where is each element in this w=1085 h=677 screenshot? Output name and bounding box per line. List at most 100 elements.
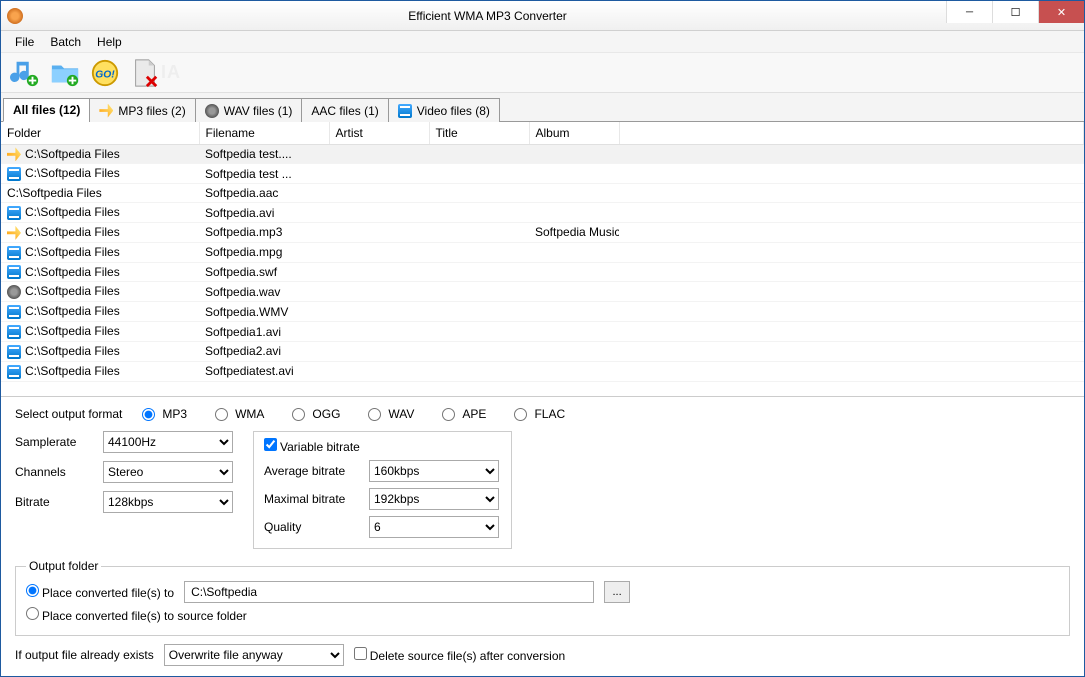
format-ape-radio[interactable] — [442, 408, 455, 421]
variable-bitrate-checkbox[interactable] — [264, 438, 277, 451]
tab-video-files-8-[interactable]: Video files (8) — [388, 98, 500, 122]
table-row-empty — [1, 381, 1084, 397]
cell-artist — [329, 322, 429, 342]
output-path-input[interactable] — [184, 581, 594, 603]
max-bitrate-select[interactable]: 192kbps — [369, 488, 499, 510]
cell-folder: C:\Softpedia Files — [25, 147, 120, 161]
cell-artist — [329, 144, 429, 164]
avg-bitrate-select[interactable]: 160kbps — [369, 460, 499, 482]
delete-source-checkbox[interactable] — [354, 647, 367, 660]
cell-title — [429, 282, 529, 302]
table-row[interactable]: C:\Softpedia FilesSoftpedia.mp3Softpedia… — [1, 222, 1084, 242]
table-row[interactable]: C:\Softpedia FilesSoftpedia2.avi — [1, 341, 1084, 361]
cell-filename: Softpedia.avi — [199, 203, 329, 223]
overwrite-select[interactable]: Overwrite file anyway — [164, 644, 344, 666]
convert-button[interactable]: GO! — [87, 55, 123, 91]
quality-select[interactable]: 6 — [369, 516, 499, 538]
output-folder-legend: Output folder — [26, 559, 101, 573]
file-table: FolderFilenameArtistTitleAlbum C:\Softpe… — [1, 122, 1084, 397]
menu-batch[interactable]: Batch — [42, 32, 89, 52]
samplerate-select[interactable]: 44100Hz — [103, 431, 233, 453]
vbr-fieldset: Variable bitrate Average bitrate 160kbps… — [253, 431, 512, 549]
place-source-radio-label[interactable]: Place converted file(s) to source folder — [26, 607, 247, 623]
table-row[interactable]: C:\Softpedia FilesSoftpedia1.avi — [1, 322, 1084, 342]
format-wma-radio[interactable] — [215, 408, 228, 421]
format-wav-radio[interactable] — [368, 408, 381, 421]
format-mp3-radio-label[interactable]: MP3 — [142, 407, 187, 421]
column-artist[interactable]: Artist — [329, 122, 429, 144]
table-row[interactable]: C:\Softpedia FilesSoftpedia test ... — [1, 164, 1084, 184]
cell-album — [529, 184, 619, 203]
place-source-radio[interactable] — [26, 607, 39, 620]
column-folder[interactable]: Folder — [1, 122, 199, 144]
menu-help[interactable]: Help — [89, 32, 130, 52]
table-row[interactable]: C:\Softpedia FilesSoftpedia.WMV — [1, 302, 1084, 322]
svg-text:GO!: GO! — [95, 69, 115, 80]
mp3-icon — [99, 104, 113, 118]
cell-filename: Softpedia2.avi — [199, 341, 329, 361]
mp3-icon — [7, 147, 21, 161]
tab-aac-files-1-[interactable]: AAC files (1) — [301, 98, 388, 122]
format-ogg-radio[interactable] — [292, 408, 305, 421]
place-to-radio[interactable] — [26, 584, 39, 597]
channels-label: Channels — [15, 465, 93, 479]
tab-mp3-files-2-[interactable]: MP3 files (2) — [89, 98, 195, 122]
format-ogg-radio-label[interactable]: OGG — [292, 407, 340, 421]
delete-source-checkbox-label[interactable]: Delete source file(s) after conversion — [354, 647, 565, 663]
table-row[interactable]: C:\Softpedia FilesSoftpediatest.avi — [1, 361, 1084, 381]
variable-bitrate-checkbox-label[interactable]: Variable bitrate — [264, 440, 360, 454]
table-row[interactable]: C:\Softpedia FilesSoftpedia.mpg — [1, 242, 1084, 262]
tab-wav-files-1-[interactable]: WAV files (1) — [195, 98, 303, 122]
remove-button[interactable] — [127, 55, 163, 91]
table-row[interactable]: C:\Softpedia FilesSoftpedia.wav — [1, 282, 1084, 302]
place-to-radio-label[interactable]: Place converted file(s) to — [26, 584, 174, 600]
column-title[interactable]: Title — [429, 122, 529, 144]
format-wav-radio-label[interactable]: WAV — [368, 407, 414, 421]
file-table-container[interactable]: FolderFilenameArtistTitleAlbum C:\Softpe… — [1, 122, 1084, 397]
format-wma-radio-label[interactable]: WMA — [215, 407, 264, 421]
tab-label: WAV files (1) — [224, 104, 293, 118]
cell-album — [529, 322, 619, 342]
settings-panel: Select output format MP3WMAOGGWAVAPEFLAC… — [1, 397, 1084, 676]
table-row[interactable]: C:\Softpedia Files Softpedia test.... — [1, 144, 1084, 164]
add-folder-button[interactable] — [47, 55, 83, 91]
column-filename[interactable]: Filename — [199, 122, 329, 144]
column-album[interactable]: Album — [529, 122, 619, 144]
cell-filename: Softpediatest.avi — [199, 361, 329, 381]
bitrate-label: Bitrate — [15, 495, 93, 509]
bitrate-select[interactable]: 128kbps — [103, 491, 233, 513]
cell-album — [529, 302, 619, 322]
tab-label: Video files (8) — [417, 104, 490, 118]
cell-folder: C:\Softpedia Files — [25, 304, 120, 318]
add-file-button[interactable] — [7, 55, 43, 91]
table-row[interactable]: C:\Softpedia FilesSoftpedia.aac — [1, 184, 1084, 203]
minimize-button[interactable] — [946, 1, 992, 23]
format-mp3-radio[interactable] — [142, 408, 155, 421]
cell-title — [429, 242, 529, 262]
tab-label: AAC files (1) — [311, 104, 378, 118]
format-flac-radio[interactable] — [514, 408, 527, 421]
cell-album — [529, 282, 619, 302]
mp3-icon — [7, 226, 21, 240]
close-button[interactable] — [1038, 1, 1084, 23]
maximize-button[interactable] — [992, 1, 1038, 23]
video-icon — [7, 325, 21, 339]
quality-label: Quality — [264, 520, 359, 534]
video-icon — [7, 246, 21, 260]
cell-filename: Softpedia test.... — [199, 144, 329, 164]
menu-file[interactable]: File — [7, 32, 42, 52]
cell-artist — [329, 262, 429, 282]
cell-title — [429, 302, 529, 322]
cell-album — [529, 262, 619, 282]
tab-all-files-12-[interactable]: All files (12) — [3, 98, 90, 122]
cell-title — [429, 341, 529, 361]
cell-artist — [329, 341, 429, 361]
format-flac-radio-label[interactable]: FLAC — [514, 407, 565, 421]
table-row[interactable]: C:\Softpedia FilesSoftpedia.avi — [1, 203, 1084, 223]
format-ape-radio-label[interactable]: APE — [442, 407, 486, 421]
table-row[interactable]: C:\Softpedia FilesSoftpedia.swf — [1, 262, 1084, 282]
browse-button[interactable]: ... — [604, 581, 630, 603]
channels-select[interactable]: Stereo — [103, 461, 233, 483]
output-format-row: Select output format MP3WMAOGGWAVAPEFLAC — [15, 407, 1070, 421]
cell-folder: C:\Softpedia Files — [25, 245, 120, 259]
